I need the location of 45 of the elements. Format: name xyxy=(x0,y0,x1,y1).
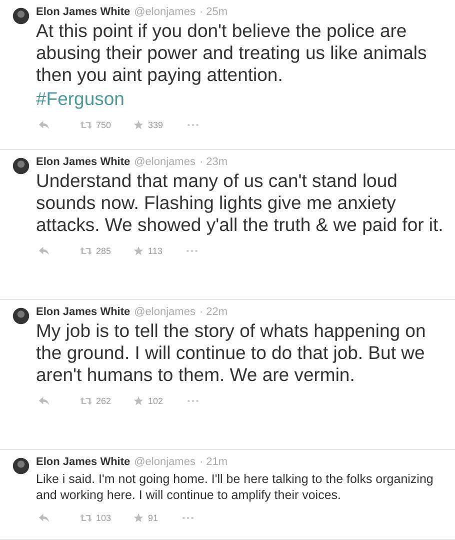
more-icon[interactable] xyxy=(187,399,200,403)
star-icon[interactable] xyxy=(133,246,144,256)
favorite-count: 91 xyxy=(148,513,158,523)
tweet-text: My job is to tell the story of whats happening on the ground. I will continue to do that job. But we aren't humans to them. We are vermin. xyxy=(36,320,427,386)
timestamp[interactable]: · 23m xyxy=(199,156,228,168)
reply-icon[interactable] xyxy=(38,246,50,256)
retweet-count: 285 xyxy=(96,246,112,256)
author-handle[interactable]: @elonjames xyxy=(134,6,196,18)
star-icon[interactable] xyxy=(133,120,144,130)
retweet-count: 103 xyxy=(96,513,112,523)
retweet-count: 750 xyxy=(96,120,112,130)
avatar-icon[interactable] xyxy=(12,307,30,325)
avatar-icon[interactable] xyxy=(12,457,30,475)
author-name[interactable]: Elon James White xyxy=(36,156,130,168)
retweet-icon[interactable] xyxy=(80,396,92,406)
favorite-count: 102 xyxy=(148,396,164,406)
tweet-text: Understand that many of us can't stand loud sounds now. Flashing lights give me anxiety attacks. We showed y'all the truth & we paid for it. xyxy=(36,170,444,236)
author-name[interactable]: Elon James White xyxy=(36,306,130,318)
retweet-icon[interactable] xyxy=(80,246,92,256)
timestamp[interactable]: · 22m xyxy=(199,306,228,318)
reply-icon[interactable] xyxy=(38,120,50,130)
reply-icon[interactable] xyxy=(38,513,50,523)
more-icon[interactable] xyxy=(187,123,200,127)
star-icon[interactable] xyxy=(133,396,144,406)
more-icon[interactable] xyxy=(186,249,198,253)
avatar-icon[interactable] xyxy=(12,7,30,25)
author-handle[interactable]: @elonjames xyxy=(134,456,196,468)
tweet-text: At this point if you don't believe the police are abusing their power and treating us like animals then you aint paying attention. xyxy=(36,20,428,86)
tweet-text: Like i said. I'm not going home. I'll be here talking to the folks organizing and working here. I will continue to amplify their voices. xyxy=(36,471,434,503)
star-icon[interactable] xyxy=(133,513,144,523)
retweet-icon[interactable] xyxy=(80,120,92,130)
hashtag-link[interactable]: #Ferguson xyxy=(36,88,124,109)
avatar-icon[interactable] xyxy=(12,157,30,175)
favorite-count: 339 xyxy=(148,120,164,130)
reply-icon[interactable] xyxy=(38,396,50,406)
author-name[interactable]: Elon James White xyxy=(36,6,130,18)
author-name[interactable]: Elon James White xyxy=(36,456,130,468)
favorite-count: 113 xyxy=(148,246,162,256)
retweet-count: 262 xyxy=(96,396,112,406)
timestamp[interactable]: · 25m xyxy=(199,6,228,18)
author-handle[interactable]: @elonjames xyxy=(134,156,196,168)
more-icon[interactable] xyxy=(182,516,194,520)
author-handle[interactable]: @elonjames xyxy=(134,306,196,318)
timestamp[interactable]: · 21m xyxy=(199,456,228,468)
retweet-icon[interactable] xyxy=(80,513,92,523)
